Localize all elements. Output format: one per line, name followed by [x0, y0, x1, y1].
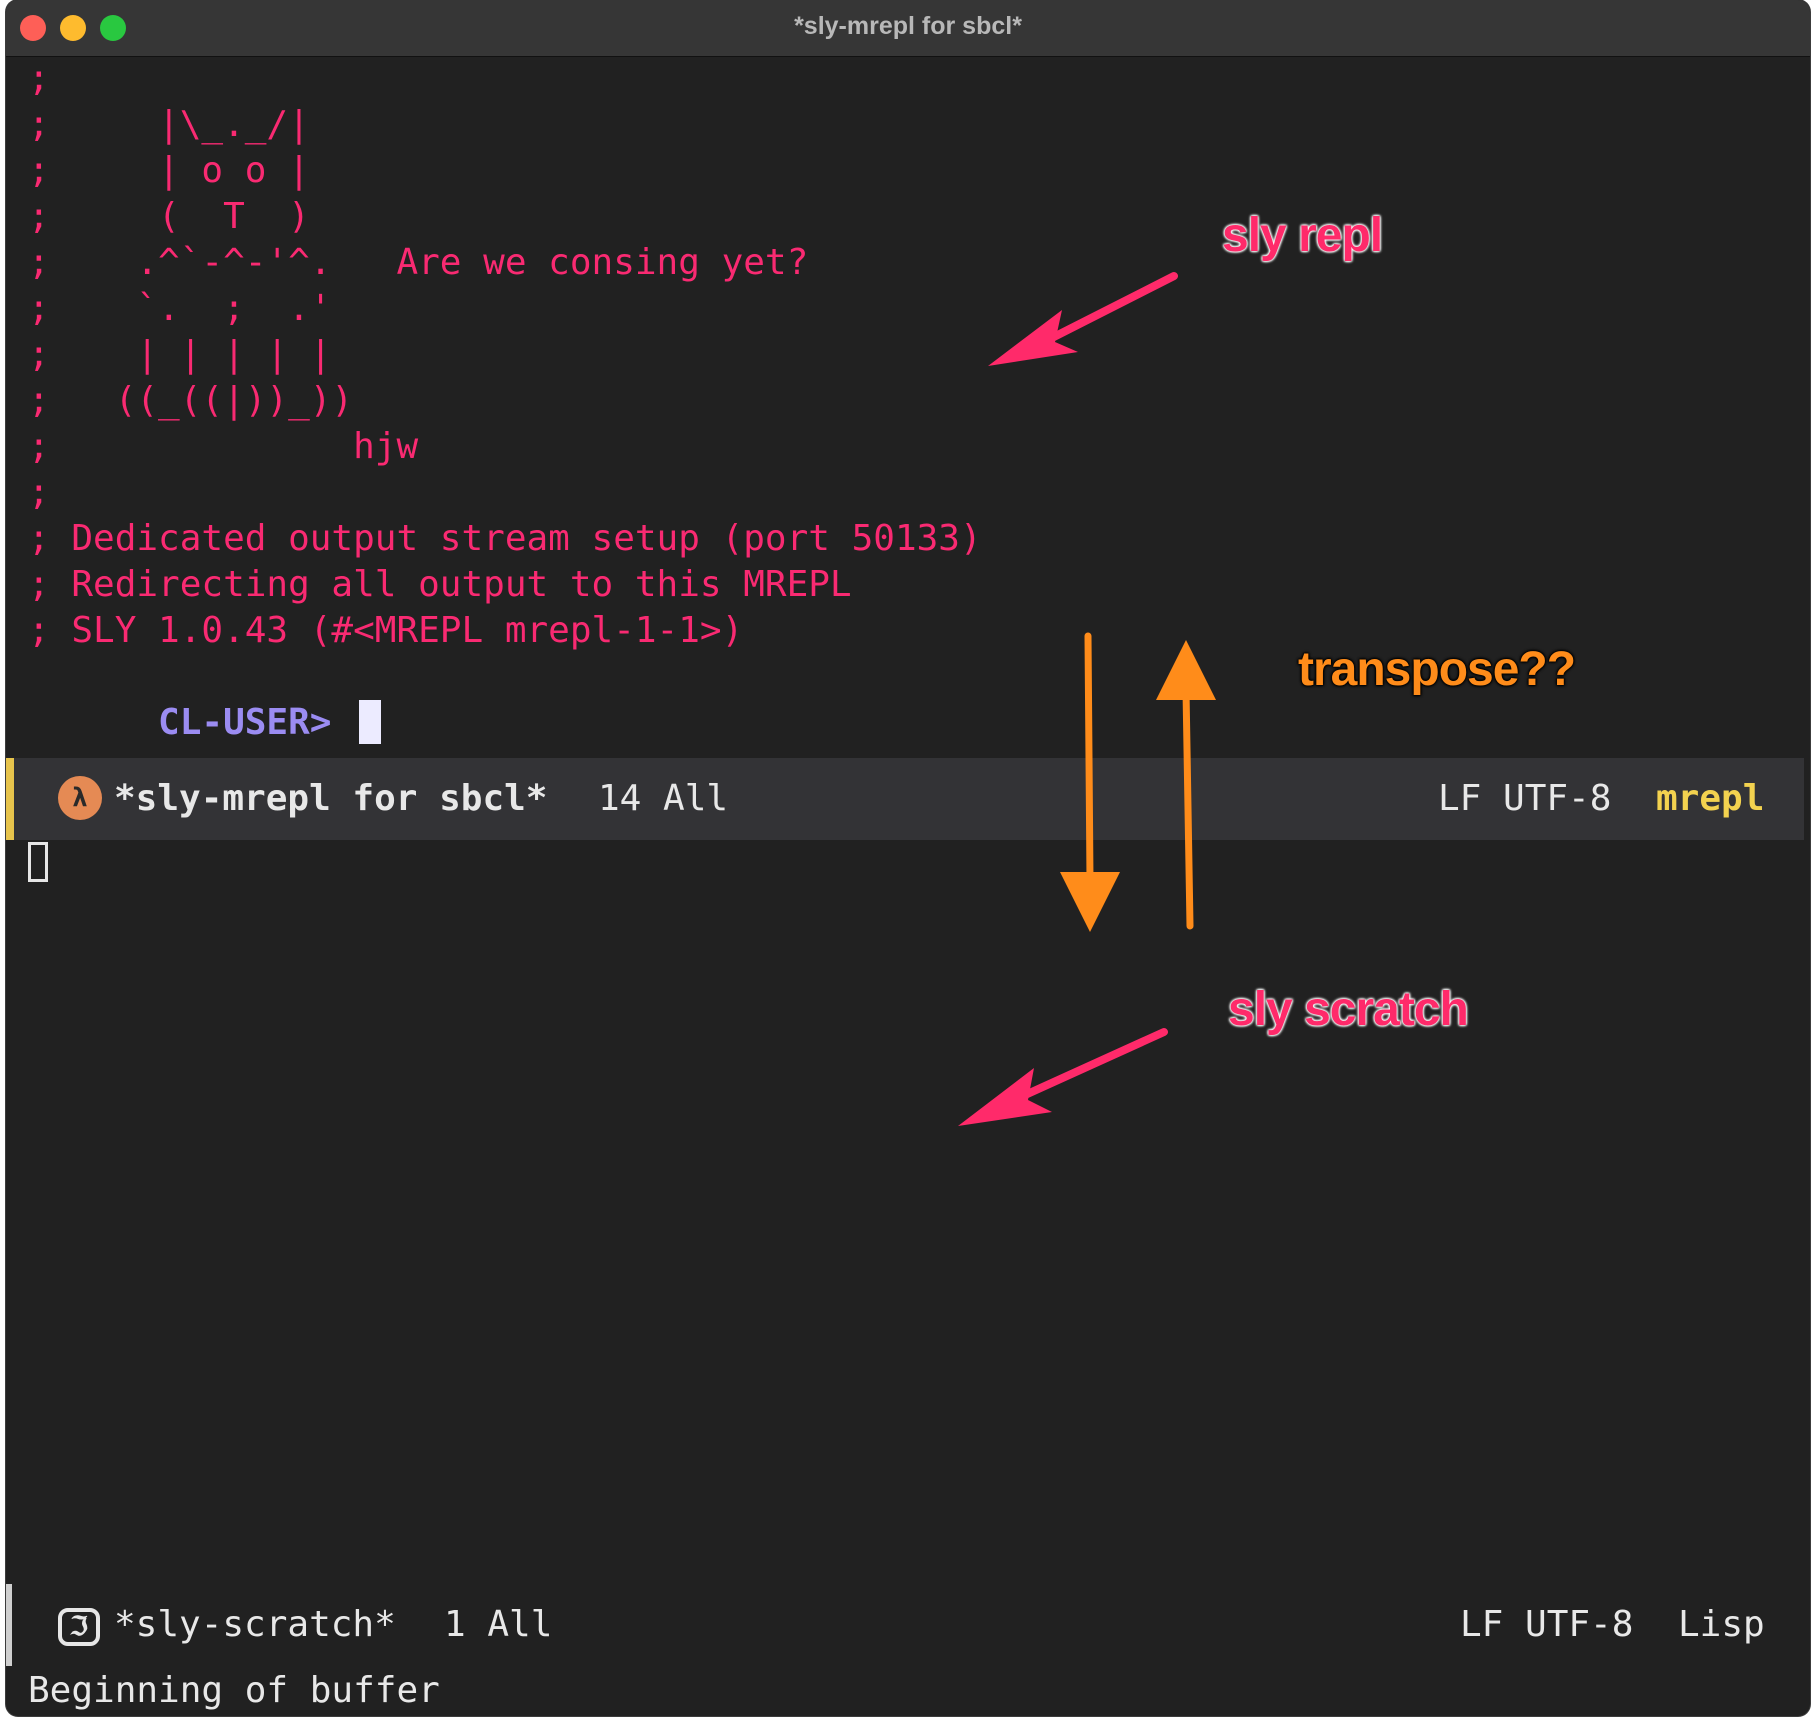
window-indicator: [6, 1584, 12, 1666]
window-title: *sly-mrepl for sbcl*: [794, 12, 1022, 40]
repl-output-line: ; `. ; .': [28, 288, 332, 329]
modeline-scratch[interactable]: ℑ *sly-scratch* 1 All LF UTF-8 Lisp: [6, 1584, 1804, 1666]
repl-output-line: ; Dedicated output stream setup (port 50…: [28, 518, 982, 559]
modeline-encoding[interactable]: LF UTF-8: [1438, 776, 1611, 822]
active-window-indicator: [6, 758, 14, 840]
lisp-scratch-icon: ℑ: [58, 1608, 100, 1646]
title-bar[interactable]: *sly-mrepl for sbcl*: [6, 0, 1810, 57]
repl-output-line: ; |\_._/|: [28, 104, 310, 145]
modeline-repl[interactable]: λ *sly-mrepl for sbcl* 14 All LF UTF-8 m…: [6, 758, 1804, 840]
repl-output-line: ; | o o |: [28, 150, 310, 191]
inactive-cursor: [28, 842, 48, 882]
modeline-position: 1 All: [444, 1604, 553, 1645]
repl-output-line: ; hjw: [28, 426, 419, 467]
modeline-buffer-name[interactable]: *sly-scratch*: [114, 1602, 396, 1648]
scratch-buffer[interactable]: [6, 840, 1810, 1582]
repl-output-line: ;: [28, 472, 50, 513]
modeline-major-mode[interactable]: mrepl: [1656, 776, 1764, 822]
repl-output-line: ; Redirecting all output to this MREPL: [28, 564, 852, 605]
annotation-sly-scratch: sly scratch: [1228, 983, 1469, 1036]
repl-output-line: ; ((_((|))_)): [28, 380, 354, 421]
repl-output-line: ; ( T ): [28, 196, 310, 237]
modeline-major-mode[interactable]: Lisp: [1678, 1602, 1765, 1648]
modeline-position: 14 All: [598, 778, 729, 819]
emacs-window: *sly-mrepl for sbcl* ; ; |\_._/| ; | o o…: [6, 0, 1810, 1716]
repl-output-line: ;: [28, 58, 50, 99]
sly-lambda-icon: λ: [58, 776, 102, 820]
repl-output-line: ; SLY 1.0.43 (#<MREPL mrepl-1-1>): [28, 610, 744, 651]
annotation-transpose: transpose??: [1298, 643, 1576, 696]
annotation-sly-repl: sly repl: [1222, 209, 1383, 262]
repl-output-line: ; | | | | |: [28, 334, 332, 375]
echo-area-message: Beginning of buffer: [28, 1670, 440, 1711]
repl-prompt: CL-USER>: [158, 702, 354, 743]
modeline-encoding[interactable]: LF UTF-8: [1460, 1602, 1633, 1648]
modeline-buffer-name[interactable]: *sly-mrepl for sbcl*: [114, 776, 547, 822]
repl-output-line: ; .^`-^-'^. Are we consing yet?: [28, 242, 809, 283]
text-cursor: [359, 700, 382, 744]
